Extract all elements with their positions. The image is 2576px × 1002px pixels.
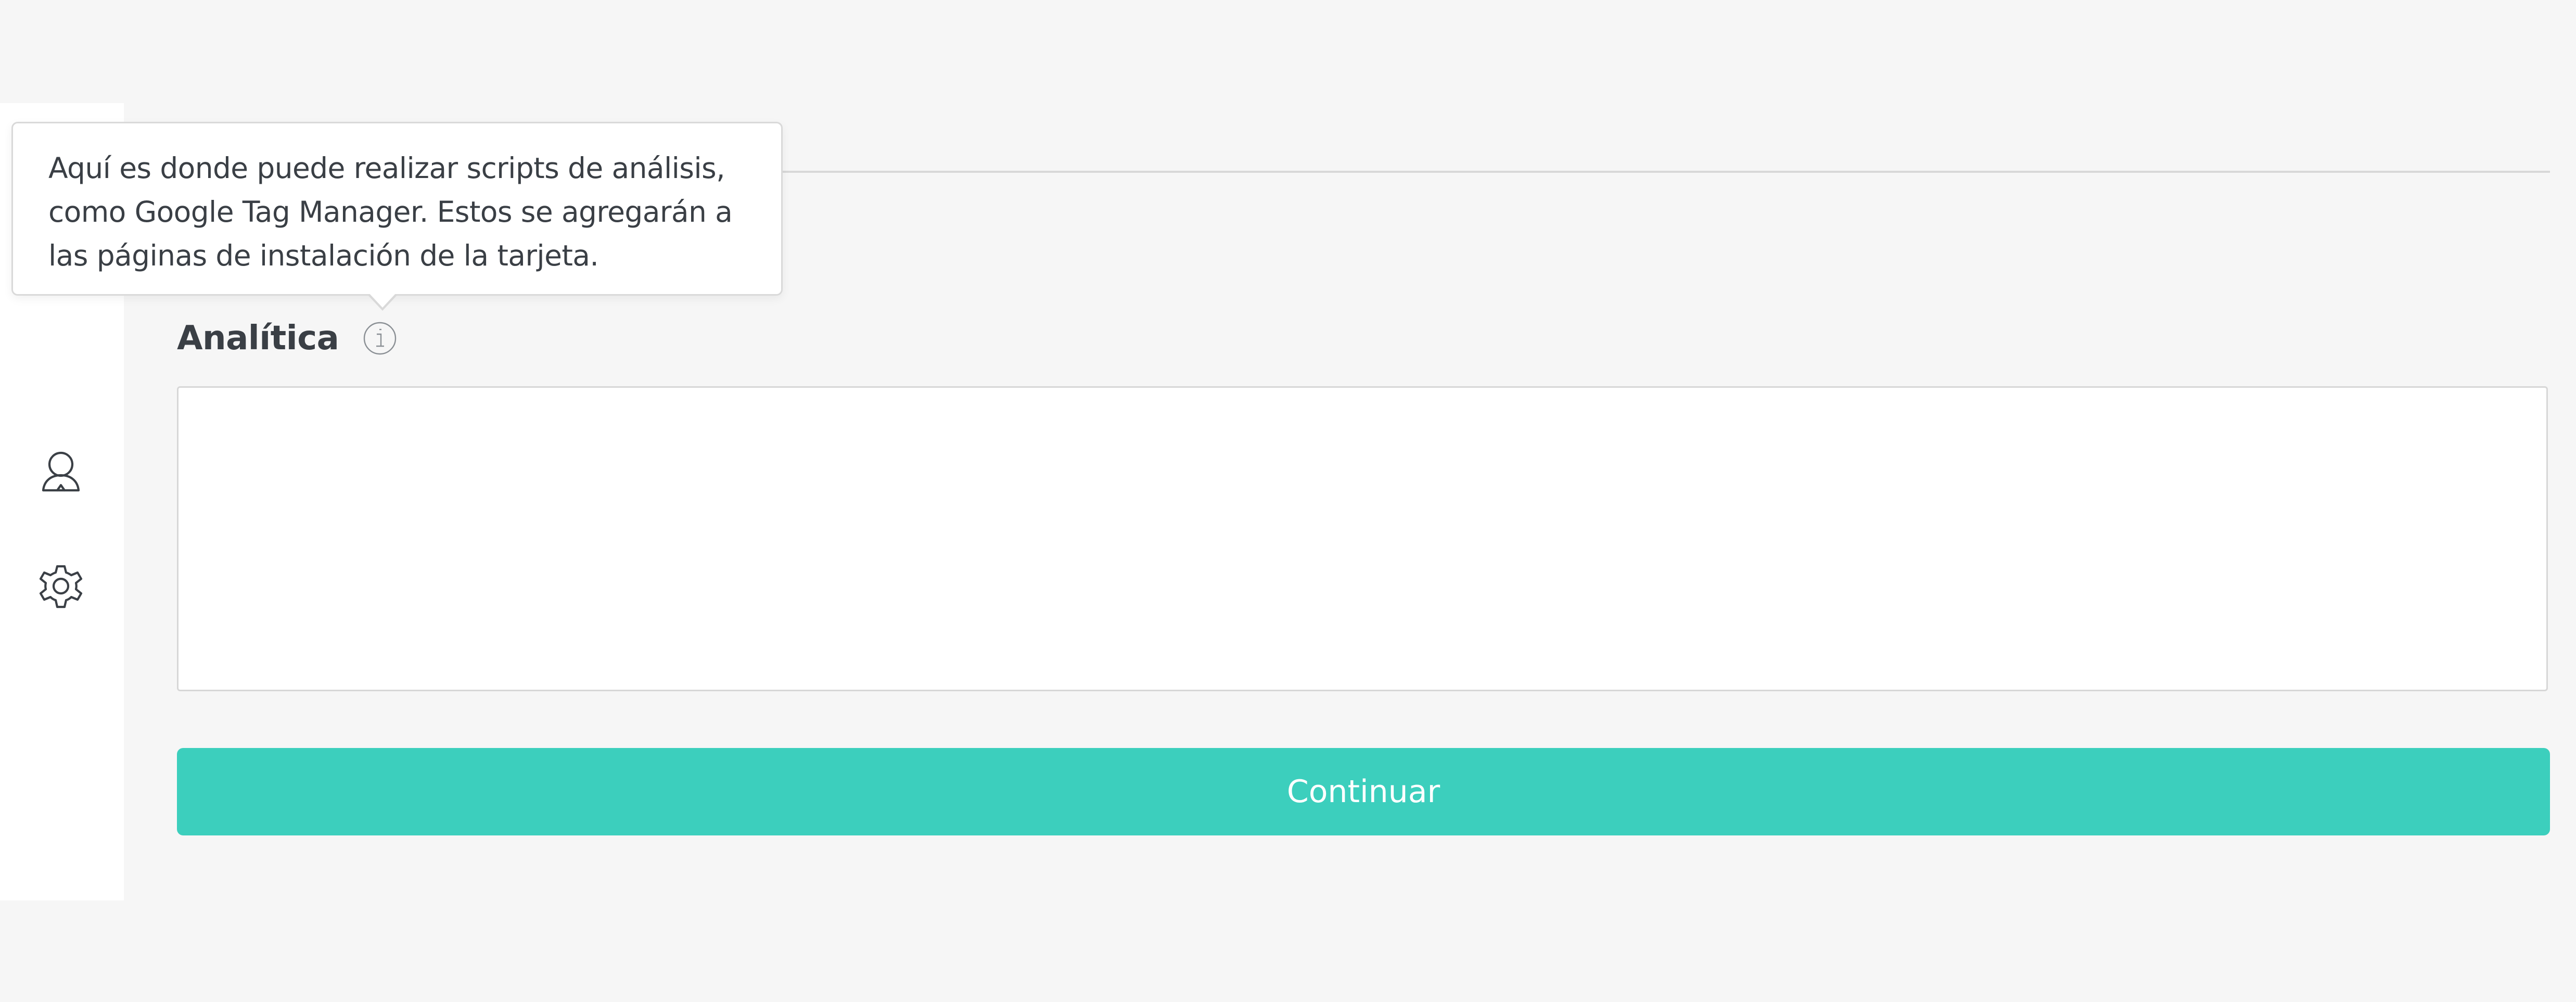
analytics-script-input[interactable] [177, 386, 2548, 691]
tooltip-arrow [367, 293, 398, 311]
continue-button[interactable]: Continuar [177, 748, 2550, 835]
analytics-tooltip: Aquí es donde puede realizar scripts de … [11, 122, 783, 311]
gear-icon[interactable] [32, 560, 90, 617]
analytics-field-label: Analítica [177, 318, 398, 359]
tooltip-text: Aquí es donde puede realizar scripts de … [48, 151, 733, 272]
analytics-label: Analítica [177, 319, 339, 358]
user-icon[interactable] [32, 442, 90, 500]
info-icon[interactable] [362, 320, 398, 357]
